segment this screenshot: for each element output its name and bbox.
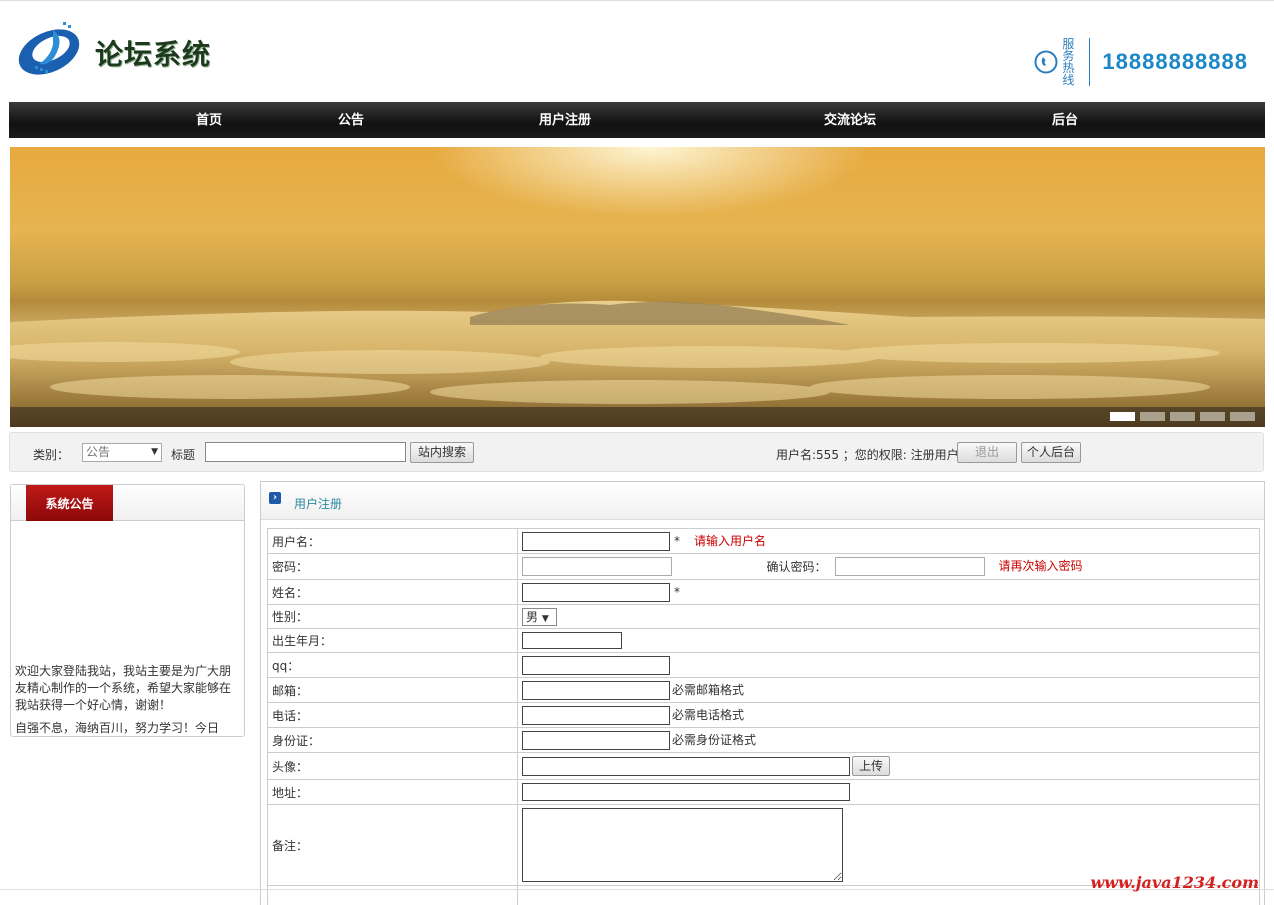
nav-item-register[interactable]: 用户注册	[539, 102, 591, 138]
avatar-cell: 上传	[517, 752, 1260, 780]
username-input[interactable]	[522, 531, 670, 551]
chevron-right-icon: ›	[269, 492, 281, 504]
idcard-hint: 必需身份证格式	[672, 732, 757, 747]
register-title: 用户注册	[294, 497, 343, 511]
title-label: 标题	[171, 448, 196, 462]
announcement-paragraph: 自强不息，海纳百川，努力学习！今日事...	[15, 721, 220, 735]
nav-item-home[interactable]: 首页	[196, 102, 222, 138]
email-cell: 必需邮箱格式	[517, 677, 1260, 703]
category-select-value: 公告	[86, 445, 111, 459]
announcement-paragraph: 欢迎大家登陆我站，我站主要是为广大朋友精心制作的一个系统，希望大家能够在我站获得…	[15, 664, 232, 712]
email-input[interactable]	[522, 680, 670, 700]
username-label: 用户名：	[267, 528, 518, 554]
footer-divider	[0, 889, 1274, 890]
name-label: 姓名：	[267, 579, 518, 605]
nav-item-admin[interactable]: 后台	[1052, 102, 1078, 138]
avatar-label: 头像：	[267, 752, 518, 780]
slide-dot-5[interactable]	[1230, 412, 1255, 421]
phone-input[interactable]	[522, 705, 670, 725]
slide-dot-3[interactable]	[1170, 412, 1195, 421]
page: 论坛系统 服务热线 18888888888 首页 公告 用户注册 交流论坛 后台	[0, 0, 1274, 905]
nav-item-forum[interactable]: 交流论坛	[824, 102, 876, 138]
idcard-label: 身份证：	[267, 727, 518, 753]
phone-cell: 必需电话格式	[517, 702, 1260, 728]
slide-dot-1[interactable]	[1110, 412, 1135, 421]
phone-label: 电话：	[267, 702, 518, 728]
birth-input[interactable]	[522, 632, 622, 649]
qq-cell	[517, 652, 1260, 678]
avatar-input[interactable]	[522, 756, 850, 776]
announcement-panel: 系统公告 欢迎大家登陆我站，我站主要是为广大朋友精心制作的一个系统，希望大家能够…	[10, 484, 245, 737]
chevron-down-icon: ▼	[541, 613, 549, 624]
banner-caption-bar	[10, 407, 1265, 427]
register-panel-header: › 用户注册	[261, 482, 1264, 520]
hotline-number: 18888888888	[1102, 49, 1248, 74]
chevron-down-icon: ▼	[151, 447, 158, 457]
address-cell	[517, 779, 1260, 805]
register-panel: › 用户注册 用户名： * 请输入用户名 密码： 确认密码： 请再次输入密码 姓…	[260, 481, 1265, 905]
upload-button[interactable]: 上传	[852, 756, 891, 776]
email-label: 邮箱：	[267, 677, 518, 703]
announcement-text: 欢迎大家登陆我站，我站主要是为广大朋友精心制作的一个系统，希望大家能够在我站获得…	[15, 663, 241, 736]
email-hint: 必需邮箱格式	[672, 682, 745, 697]
confirm-password-hint: 请再次输入密码	[998, 559, 1083, 573]
logo-icon	[18, 22, 80, 75]
logout-button[interactable]: 退出	[957, 442, 1017, 463]
birth-label: 出生年月：	[267, 628, 518, 653]
idcard-cell: 必需身份证格式	[517, 727, 1260, 753]
site-title: 论坛系统	[95, 38, 212, 71]
gender-select-value: 男	[526, 609, 539, 624]
address-label: 地址：	[267, 779, 518, 805]
phone-icon	[1034, 50, 1058, 74]
qq-input[interactable]	[522, 655, 670, 675]
user-info: 用户名:555 ；您的权限: 注册用户	[776, 448, 959, 462]
title-search-input[interactable]	[205, 442, 406, 462]
main-nav: 首页 公告 用户注册 交流论坛 后台	[9, 102, 1265, 138]
slide-dot-4[interactable]	[1200, 412, 1225, 421]
category-select[interactable]: 公告 ▼	[82, 443, 162, 462]
confirm-password-input[interactable]	[834, 557, 985, 576]
password-label: 密码：	[267, 553, 518, 580]
note-textarea[interactable]	[522, 808, 843, 882]
name-input[interactable]	[522, 582, 670, 602]
phone-hint: 必需电话格式	[672, 707, 745, 722]
username-hint: 请输入用户名	[694, 533, 767, 548]
confirm-password-label: 确认密码：	[762, 553, 831, 580]
password-input[interactable]	[522, 557, 672, 576]
hotline-label: 服务热线	[1062, 38, 1091, 86]
confirm-password-cell: 请再次输入密码	[830, 553, 1260, 580]
required-mark: *	[674, 533, 680, 548]
announcement-tab[interactable]: 系统公告	[26, 485, 113, 521]
nav-item-announcements[interactable]: 公告	[338, 102, 364, 138]
slide-dot-2[interactable]	[1140, 412, 1165, 421]
address-input[interactable]	[522, 783, 850, 801]
search-bar: 类别： 公告 ▼ 标题 站内搜索 用户名:555 ；您的权限: 注册用户 退出 …	[9, 432, 1264, 472]
birth-cell	[517, 628, 1260, 653]
required-mark: *	[674, 584, 680, 599]
idcard-input[interactable]	[522, 730, 670, 750]
site-search-button[interactable]: 站内搜索	[410, 442, 474, 463]
watermark: www.java1234.com	[1090, 873, 1259, 892]
hotline: 服务热线 18888888888	[1034, 38, 1248, 86]
cloud-sea-image	[10, 147, 1265, 427]
category-label: 类别：	[33, 448, 70, 462]
banner-image	[10, 147, 1265, 427]
announcement-panel-header: 系统公告	[11, 485, 244, 521]
note-label: 备注：	[267, 804, 518, 886]
username-cell: * 请输入用户名	[517, 528, 1260, 554]
qq-label: qq：	[267, 652, 518, 678]
personal-admin-button[interactable]: 个人后台	[1021, 442, 1081, 463]
register-form: 用户名： * 请输入用户名 密码： 确认密码： 请再次输入密码 姓名： * 性别…	[267, 528, 1260, 905]
gender-cell: 男 ▼	[517, 604, 1260, 629]
password-cell	[517, 553, 763, 580]
gender-select[interactable]: 男 ▼	[522, 607, 557, 626]
name-cell: *	[517, 579, 1260, 605]
gender-label: 性别：	[267, 604, 518, 629]
